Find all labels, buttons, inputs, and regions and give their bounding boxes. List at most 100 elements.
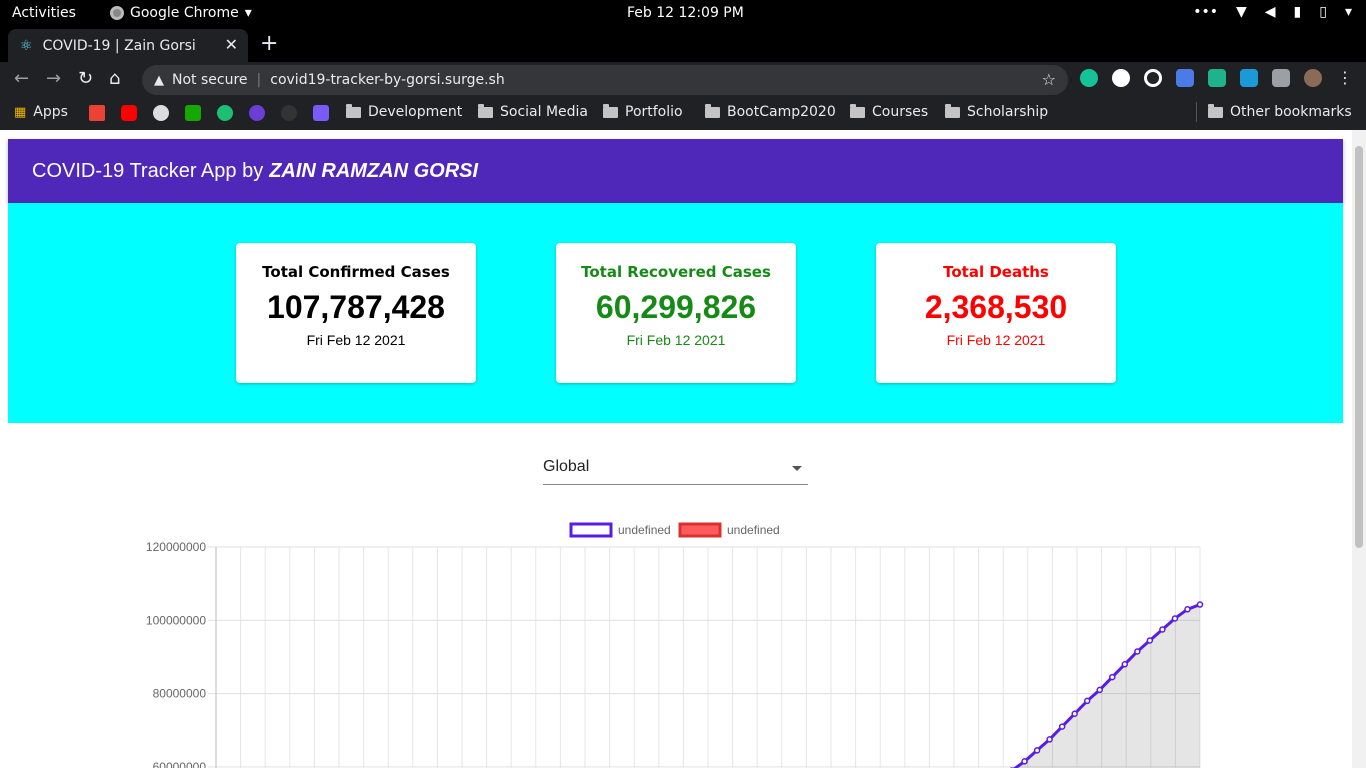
activities-button[interactable]: Activities xyxy=(12,5,76,21)
bookmark-label: Other bookmarks xyxy=(1230,104,1352,120)
chevron-down-icon[interactable] xyxy=(792,466,802,471)
extension-icon[interactable] xyxy=(1208,69,1226,87)
github-icon[interactable] xyxy=(281,105,297,121)
bookmark-folder[interactable]: Social Media xyxy=(478,103,589,120)
translate-icon[interactable] xyxy=(1176,69,1194,87)
card-date: Fri Feb 12 2021 xyxy=(306,332,406,348)
star-icon[interactable]: ☆ xyxy=(1042,70,1056,89)
apps-grid-icon: ▦ xyxy=(14,104,27,120)
calendar-icon[interactable] xyxy=(313,105,329,121)
folder-icon xyxy=(945,103,960,118)
data-point xyxy=(1109,673,1116,681)
app-author: ZAIN RAMZAN GORSI xyxy=(269,159,479,182)
reload-icon[interactable]: ↻ xyxy=(78,68,93,89)
bookmark-folder[interactable]: Portfolio xyxy=(603,103,683,120)
bookmark-folder[interactable]: Scholarship xyxy=(945,103,1049,120)
canva-icon[interactable] xyxy=(249,105,265,121)
bookmark-apps[interactable]: ▦ Apps xyxy=(14,104,68,120)
kebab-menu-icon[interactable]: ⋮ xyxy=(1336,69,1354,87)
legend-label: undefined xyxy=(727,523,780,537)
app-menu[interactable]: Google Chrome ▾ xyxy=(110,5,252,21)
close-icon[interactable]: ✕ xyxy=(225,35,238,54)
bookmark-label: Portfolio xyxy=(625,104,683,120)
new-tab-icon[interactable]: + xyxy=(260,31,278,56)
cases-chart: undefined undefined 120000000 100000000 8000… xyxy=(146,522,1204,768)
bookmark-label: Scholarship xyxy=(967,104,1049,120)
bookmark-folder[interactable]: BootCamp2020 xyxy=(705,103,836,120)
fiverr-icon[interactable] xyxy=(217,105,233,121)
data-point xyxy=(1033,747,1041,754)
series-area xyxy=(1012,604,1200,768)
react-icon: ⚛ xyxy=(20,37,33,54)
security-label[interactable]: Not secure xyxy=(172,72,248,88)
folder-icon xyxy=(705,103,720,118)
folder-icon xyxy=(850,103,865,118)
extension-icon[interactable] xyxy=(1112,69,1130,87)
y-tick-label: 60000000 xyxy=(153,760,207,768)
app-title: COVID-19 Tracker App by xyxy=(32,159,264,182)
wifi-icon: ▼ xyxy=(1235,4,1247,20)
data-point xyxy=(1021,758,1028,765)
legend-swatch xyxy=(678,522,722,538)
data-point xyxy=(1171,615,1179,622)
recovered-card: Total Recovered Cases 60,299,826 Fri Feb… xyxy=(556,243,796,383)
warning-icon[interactable]: ▲ xyxy=(154,73,164,88)
card-value: 2,368,530 xyxy=(924,289,1068,325)
globe-icon[interactable] xyxy=(153,105,169,121)
divider: | xyxy=(256,72,262,88)
back-icon[interactable]: ← xyxy=(14,68,29,89)
os-top-bar: Activities Google Chrome ▾ Feb 12 12:09 … xyxy=(0,0,1366,27)
avatar[interactable] xyxy=(1304,69,1322,87)
browser-toolbar: ← → ↻ ⌂ ▲ Not secure | covid19-tracker-b… xyxy=(0,62,1366,96)
data-point xyxy=(1071,710,1078,718)
page-content: COVID-19 Tracker App by ZAIN RAMZAN GORS… xyxy=(0,130,1366,768)
folder-icon xyxy=(478,103,493,118)
extension-icon[interactable] xyxy=(1240,69,1258,87)
gmail-icon[interactable] xyxy=(89,105,105,121)
card-date: Fri Feb 12 2021 xyxy=(626,332,726,348)
upwork-icon[interactable] xyxy=(185,105,201,121)
extensions-area: ⋮ xyxy=(1080,69,1354,87)
grammarly-icon[interactable] xyxy=(1080,69,1098,87)
scrollbar[interactable] xyxy=(1352,130,1366,768)
bookmark-other[interactable]: Other bookmarks xyxy=(1208,103,1352,120)
more-icon[interactable]: ••• xyxy=(1193,4,1218,20)
system-tray[interactable]: ••• ▼ ◀ ▮ ▯ ▾ xyxy=(1193,4,1352,20)
y-tick-label: 100000000 xyxy=(146,613,206,627)
youtube-icon[interactable] xyxy=(121,105,137,121)
data-point xyxy=(1121,661,1129,668)
data-point xyxy=(1146,637,1154,644)
home-icon[interactable]: ⌂ xyxy=(109,68,120,89)
bookmark-label: BootCamp2020 xyxy=(727,104,836,120)
bookmark-label: Courses xyxy=(872,104,929,120)
tab-strip: ⚛ COVID-19 | Zain Gorsi ✕ + xyxy=(0,27,1366,62)
browser-tab[interactable]: ⚛ COVID-19 | Zain Gorsi ✕ xyxy=(8,29,248,62)
bookmark-folder[interactable]: Courses xyxy=(850,103,929,120)
address-bar[interactable]: ▲ Not secure | covid19-tracker-by-gorsi.… xyxy=(142,65,1068,95)
extension-icon[interactable] xyxy=(1144,69,1162,87)
country-select-value[interactable]: Global xyxy=(543,458,589,476)
stats-banner: Total Confirmed Cases 107,787,428 Fri Fe… xyxy=(8,203,1343,423)
bookmarks-bar: ▦ Apps Development Social Media Portfoli… xyxy=(0,96,1366,130)
url-text[interactable]: covid19-tracker-by-gorsi.surge.sh xyxy=(270,72,504,88)
clock[interactable]: Feb 12 12:09 PM xyxy=(627,5,744,21)
scrollbar-thumb[interactable] xyxy=(1355,146,1363,548)
data-point xyxy=(1083,697,1091,705)
bookmark-label: Apps xyxy=(33,104,68,120)
folder-icon xyxy=(1208,103,1223,118)
confirmed-card: Total Confirmed Cases 107,787,428 Fri Fe… xyxy=(236,243,476,383)
folder-icon xyxy=(603,103,618,118)
data-point xyxy=(1196,601,1204,608)
bookmark-label: Social Media xyxy=(500,104,589,120)
bookmark-folder[interactable]: Development xyxy=(346,103,462,120)
deaths-card: Total Deaths 2,368,530 Fri Feb 12 2021 xyxy=(876,243,1116,383)
card-title: Total Deaths xyxy=(943,263,1049,281)
puzzle-icon[interactable] xyxy=(1272,69,1290,87)
data-point xyxy=(1046,736,1053,743)
y-tick-label: 80000000 xyxy=(153,687,207,701)
forward-icon[interactable]: → xyxy=(46,68,61,89)
tab-title: COVID-19 | Zain Gorsi xyxy=(42,37,196,54)
data-point xyxy=(1058,723,1066,730)
power-icon[interactable]: ▾ xyxy=(1345,4,1352,20)
country-select[interactable]: Global xyxy=(543,453,808,485)
